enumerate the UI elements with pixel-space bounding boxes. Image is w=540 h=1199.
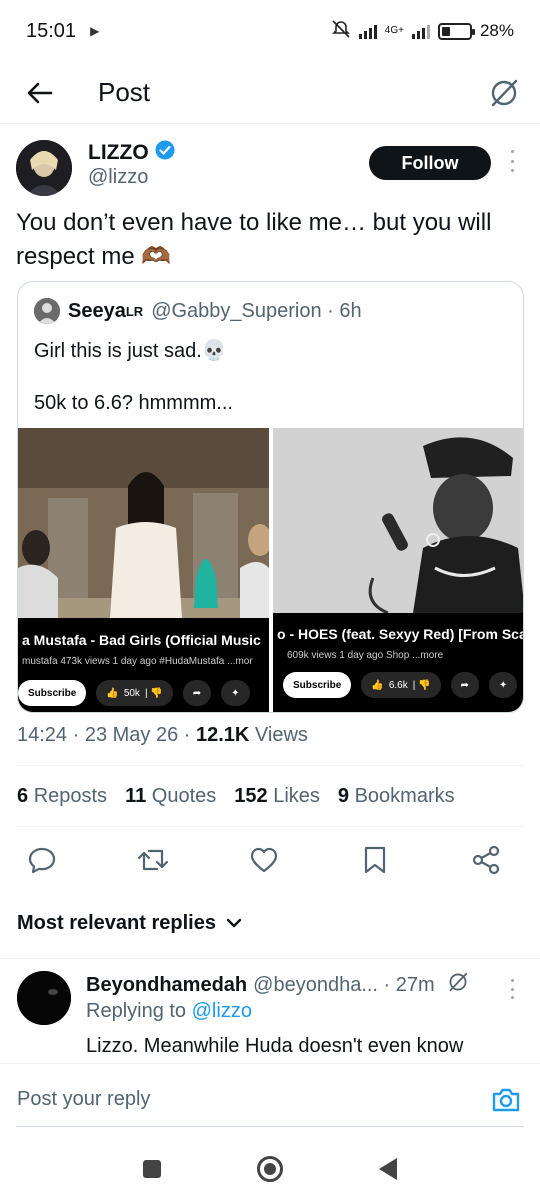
replies-sort-label: Most relevant replies — [17, 912, 216, 934]
quote-image-left[interactable]: a Mustafa - Bad Girls (Official Music mu… — [18, 428, 269, 712]
back-arrow-icon[interactable] — [20, 73, 60, 113]
video-like-left: 👍 50k | 👎 — [96, 680, 173, 706]
video-title-right: o - HOES (feat. Sexyy Red) [From Sca — [277, 626, 524, 642]
divider — [16, 765, 524, 766]
quote-tweet-card[interactable]: Seeya LR @Gabby_Superion · 6h Girl this … — [17, 281, 524, 713]
video-thumbnail-left — [18, 428, 269, 618]
video-thumbnail-right — [273, 428, 523, 615]
author-name-row[interactable]: LIZZO — [88, 140, 175, 166]
bookmark-icon[interactable] — [355, 840, 395, 880]
quote-image-right[interactable]: o - HOES (feat. Sexyy Red) [From Sca 609… — [273, 428, 524, 712]
video-share-right: ➦ — [450, 672, 479, 698]
video-title-left: a Mustafa - Bad Girls (Official Music — [22, 632, 261, 648]
reply-header: Beyondhamedah @beyondha... · 27m — [86, 971, 469, 999]
reply-text: Lizzo. Meanwhile Huda doesn't even know — [86, 1035, 464, 1057]
mute-icon — [331, 19, 351, 44]
video-meta-left: mustafa 473k views 1 day ago #HudaMustaf… — [22, 656, 253, 667]
quote-text-line2: 50k to 6.6? hmmmm... — [34, 392, 233, 414]
bookmarks-label: Bookmarks — [354, 785, 455, 807]
video-like-right: 👍 6.6k | 👎 — [361, 672, 441, 698]
tweet-author: LIZZO @lizzo Follow — [16, 138, 524, 198]
quote-author-handle: @Gabby_Superion · 6h — [151, 299, 362, 322]
divider — [16, 826, 524, 827]
video-likes-right: 6.6k — [388, 679, 408, 691]
battery-level: 28% — [479, 21, 514, 40]
views-label: Views — [249, 724, 308, 746]
share-icon[interactable] — [466, 840, 506, 880]
video-likes-left: 50k — [123, 687, 140, 699]
quotes-count: 11 — [125, 785, 147, 807]
reposts-label: Reposts — [33, 785, 108, 807]
reply-icon[interactable] — [22, 840, 62, 880]
reposts-stat[interactable]: 6 Reposts — [17, 785, 107, 808]
subscribe-button-left: Subscribe — [18, 680, 87, 706]
battery-icon — [437, 22, 475, 40]
timestamp-text: 14:24 · 23 May 26 · — [17, 724, 196, 746]
video-actions-left: Subscribe 👍 50k | 👎 ➦ ✦ — [18, 680, 250, 706]
reply-author-name[interactable]: Beyondhamedah — [86, 974, 247, 997]
follow-button[interactable]: Follow — [369, 146, 491, 180]
tweet-timestamp: 14:24 · 23 May 26 · 12.1K Views — [17, 724, 308, 747]
like-icon[interactable] — [244, 840, 284, 880]
reply-more-options-icon[interactable] — [509, 979, 515, 999]
quote-author-name: Seeya — [68, 299, 126, 322]
video-sparkle-right: ✦ — [488, 672, 518, 698]
verified-badge-icon — [155, 140, 175, 166]
tweet-text: You don’t even have to like me… but you … — [16, 209, 492, 270]
video-share-left: ➦ — [182, 680, 212, 706]
reply-input[interactable]: Post your reply — [17, 1088, 150, 1111]
chevron-down-icon — [226, 912, 242, 935]
quote-avatar — [34, 298, 60, 324]
page-title: Post — [98, 77, 151, 107]
replying-to: Replying to @lizzo — [86, 1000, 252, 1023]
bookmarks-stat[interactable]: 9 Bookmarks — [338, 785, 455, 808]
author-avatar[interactable] — [16, 140, 72, 196]
quotes-label: Quotes — [151, 785, 217, 807]
status-time: 15:01 — [26, 19, 77, 42]
status-icons: 4G+ 28% — [331, 19, 514, 44]
grok-icon[interactable] — [486, 75, 522, 111]
status-bar: 15:01 ▶ 4G+ 28% — [0, 0, 540, 62]
repost-icon[interactable] — [133, 840, 173, 880]
post-header: Post — [0, 62, 540, 124]
replying-to-handle[interactable]: @lizzo — [192, 1000, 252, 1022]
bookmarks-count: 9 — [337, 785, 350, 807]
replying-to-prefix: Replying to — [86, 1000, 192, 1022]
back-icon[interactable] — [379, 1158, 397, 1180]
likes-stat[interactable]: 152 Likes — [234, 785, 320, 808]
video-actions-right: Subscribe 👍 6.6k | 👎 ➦ ✦ — [283, 672, 518, 698]
quote-header: Seeya LR @Gabby_Superion · 6h — [34, 298, 362, 324]
reposts-count: 6 — [17, 785, 29, 807]
media-playing-icon: ▶ — [90, 24, 100, 38]
quote-author-sup: LR — [125, 303, 144, 319]
reply-item[interactable]: Beyondhamedah @beyondha... · 27m Replyin… — [0, 958, 540, 1063]
video-meta-right: 609k views 1 day ago Shop ...more — [287, 650, 444, 661]
likes-label: Likes — [273, 785, 320, 807]
tweet-stats: 6 Reposts 11 Quotes 152 Likes 9 Bookmark… — [17, 785, 455, 808]
replies-sort-toggle[interactable]: Most relevant replies — [17, 912, 242, 935]
likes-count: 152 — [234, 785, 268, 807]
network-type: 4G+ — [384, 25, 404, 36]
tweet-actions — [22, 838, 506, 882]
reply-composer: Post your reply — [0, 1063, 540, 1139]
reply-input-underline — [16, 1126, 524, 1127]
quote-text-line1: Girl this is just sad.💀 — [34, 340, 227, 362]
video-sparkle-left: ✦ — [221, 680, 250, 706]
quotes-stat[interactable]: 11 Quotes — [125, 785, 216, 808]
views-count[interactable]: 12.1K — [196, 724, 249, 746]
reply-author-handle: @beyondha... · 27m — [253, 973, 435, 996]
author-name: LIZZO — [88, 141, 149, 164]
system-nav-bar — [0, 1139, 540, 1199]
grok-icon[interactable] — [447, 971, 469, 999]
author-handle[interactable]: @lizzo — [88, 166, 148, 189]
subscribe-button-right: Subscribe — [283, 672, 352, 698]
signal-icon-2 — [411, 23, 430, 39]
more-options-icon[interactable] — [508, 150, 516, 172]
home-icon[interactable] — [257, 1156, 283, 1182]
camera-icon[interactable] — [490, 1084, 522, 1116]
reply-avatar[interactable] — [17, 971, 71, 1025]
signal-icon — [358, 23, 377, 39]
recent-apps-icon[interactable] — [143, 1160, 161, 1178]
